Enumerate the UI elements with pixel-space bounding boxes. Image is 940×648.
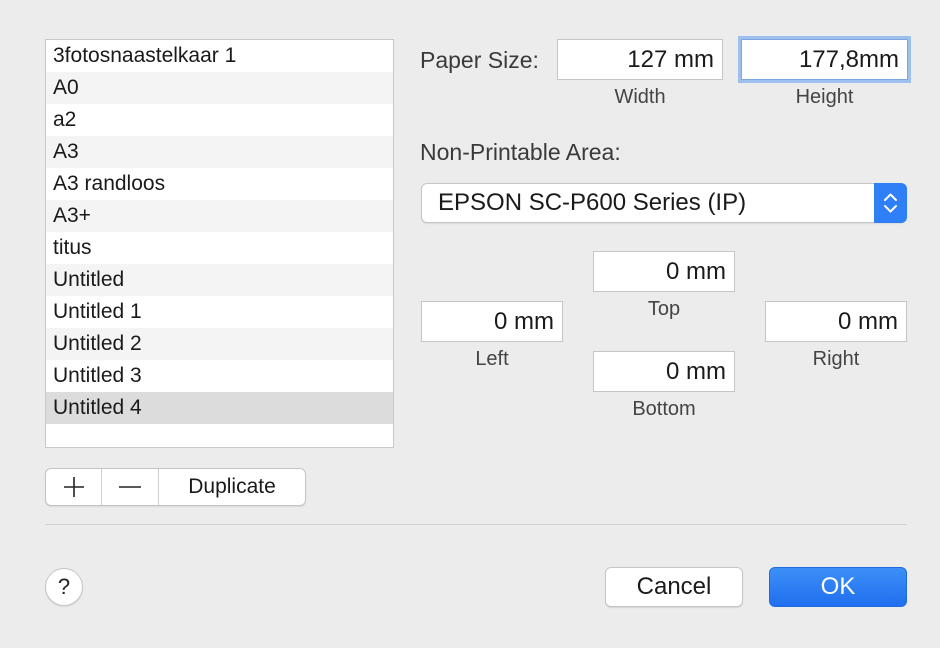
list-item[interactable]: titus [46, 232, 393, 264]
list-item[interactable]: A3+ [46, 200, 393, 232]
add-size-button[interactable] [46, 469, 102, 505]
list-button-group: Duplicate [45, 468, 306, 506]
list-item[interactable]: Untitled [46, 264, 393, 296]
printer-popup-label: EPSON SC-P600 Series (IP) [438, 189, 747, 216]
remove-size-button[interactable] [102, 469, 159, 505]
left-margin-field[interactable]: 0 mm [421, 301, 563, 342]
minus-icon [119, 486, 141, 488]
top-caption: Top [647, 298, 681, 320]
paper-size-list[interactable]: 3fotosnaastelkaar 1 A0 a2 A3 A3 randloos A3+ t… [45, 39, 394, 448]
list-item[interactable]: a2 [46, 104, 393, 136]
cancel-button[interactable]: Cancel [605, 567, 743, 607]
popup-arrows-icon [874, 183, 907, 223]
plus-icon [63, 477, 84, 497]
height-field[interactable]: 177,8mm [741, 39, 908, 80]
list-item[interactable]: A3 [46, 136, 393, 168]
list-item[interactable]: Untitled 4 [46, 392, 393, 424]
bottom-caption: Bottom [632, 398, 696, 420]
right-margin-field[interactable]: 0 mm [765, 301, 907, 342]
right-caption: Right [812, 348, 860, 370]
list-item[interactable]: Untitled 2 [46, 328, 393, 360]
top-margin-field[interactable]: 0 mm [593, 251, 735, 292]
ok-button[interactable]: OK [769, 567, 907, 607]
non-printable-area-label: Non-Printable Area: [420, 139, 621, 165]
list-item[interactable]: Untitled 1 [46, 296, 393, 328]
divider [45, 524, 907, 525]
list-item[interactable]: A3 randloos [46, 168, 393, 200]
height-caption: Height [795, 86, 854, 108]
width-field[interactable]: 127 mm [557, 39, 723, 80]
list-item[interactable]: A0 [46, 72, 393, 104]
list-item[interactable]: 3fotosnaastelkaar 1 [46, 40, 393, 72]
duplicate-button[interactable]: Duplicate [159, 469, 305, 505]
list-item[interactable]: Untitled 3 [46, 360, 393, 392]
bottom-margin-field[interactable]: 0 mm [593, 351, 735, 392]
width-caption: Width [614, 86, 666, 108]
printer-popup[interactable]: EPSON SC-P600 Series (IP) [421, 183, 907, 223]
help-button[interactable]: ? [45, 568, 83, 606]
left-caption: Left [475, 348, 509, 370]
paper-size-label: Paper Size: [420, 47, 539, 73]
